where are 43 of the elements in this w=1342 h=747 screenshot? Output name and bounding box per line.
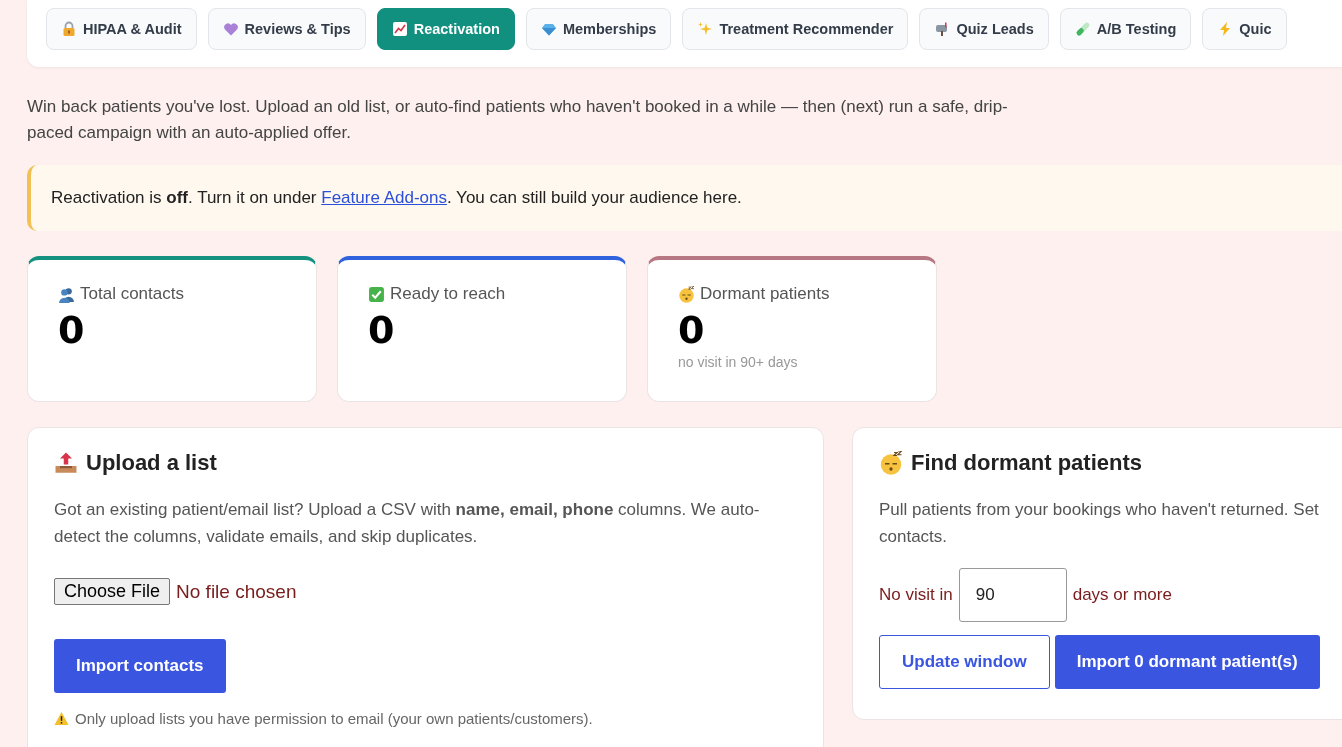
feature-addons-link[interactable]: Feature Add-ons (321, 188, 447, 208)
stat-note: no visit in 90+ days (678, 354, 799, 370)
notice-text: Reactivation is off. Turn it on under (51, 188, 317, 208)
tab[interactable]: HIPAA & Audit (46, 8, 197, 50)
gem-icon (540, 21, 557, 37)
card-title: Find dormant patients (911, 450, 1142, 476)
upload-tray-icon (54, 451, 78, 475)
notice-text: . You can still build your audience here. (446, 188, 742, 208)
import-dormant-button[interactable]: Import 0 dormant patient(s) (1054, 635, 1320, 689)
days-input[interactable]: 90 (958, 568, 1067, 622)
warning-icon (54, 711, 69, 726)
tab[interactable]: Reviews & Tips (207, 8, 366, 50)
stat-label: Total contacts (80, 284, 184, 304)
tab[interactable]: A/B Testing (1059, 8, 1192, 50)
stat-label: Dormant patients (700, 284, 830, 304)
stat-label: Ready to reach (390, 284, 506, 304)
sleeping-face-icon (879, 451, 903, 475)
heart-icon (222, 21, 239, 37)
tab[interactable]: Quiz Leads (919, 8, 1049, 50)
import-contacts-button[interactable]: Import contacts (54, 639, 226, 693)
update-window-button[interactable]: Update window (879, 635, 1050, 689)
card-description: Got an existing patient/email list? Upload a CSV with name, email, phone columns. We auto-detect the columns, validate emails, and skip duplicates. (54, 499, 761, 548)
card-description: Pull patients from your bookings who haven't returned. Set (879, 499, 1320, 521)
chart-icon (391, 21, 408, 37)
tab[interactable]: Reactivation (376, 8, 515, 50)
intro-text: Win back patients you've lost. Upload an old list, or auto-find patients who haven't booked in a while — then (next) run a safe, drip-paced campaign with an auto-applied offer. (27, 96, 1009, 144)
tab[interactable]: Quic (1202, 8, 1287, 50)
field-label: No visit in (879, 585, 953, 605)
lock-icon (61, 21, 77, 37)
people-icon (58, 285, 75, 303)
stat-value: 0 (678, 308, 706, 352)
file-status: No file chosen (176, 580, 297, 603)
warning-text: Only upload lists you have permission to email (your own patients/customers). (75, 710, 593, 727)
sleeping-face-icon (678, 285, 695, 303)
field-label: days or more (1072, 585, 1172, 605)
stat-value: 0 (58, 308, 86, 352)
stat-value: 0 (368, 308, 396, 352)
card-description: contacts. (879, 526, 949, 548)
tab[interactable]: Memberships (525, 8, 672, 50)
tab[interactable]: Treatment Recommender (682, 8, 909, 50)
choose-file-button[interactable]: Choose File (54, 578, 171, 605)
checkmark-icon (368, 285, 385, 303)
card-title: Upload a list (86, 450, 217, 476)
